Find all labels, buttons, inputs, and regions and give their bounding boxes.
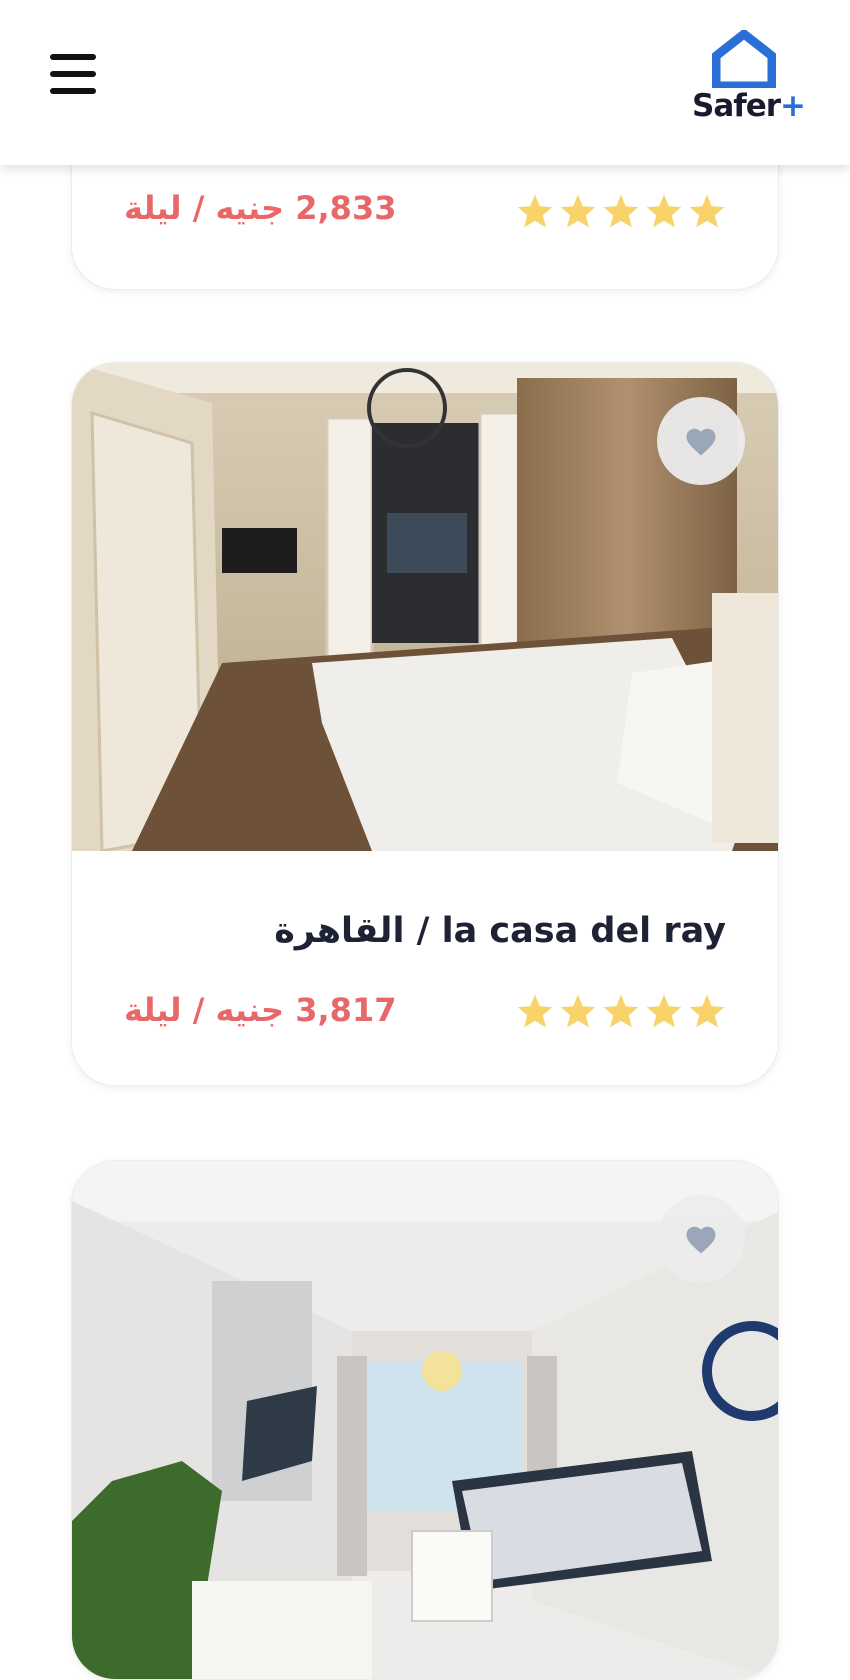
star-icon	[517, 194, 553, 228]
star-icon	[646, 194, 682, 228]
logo-plus: +	[780, 88, 806, 124]
star-icon	[689, 994, 725, 1028]
listing-card[interactable]: la casa del ray / القاهرة 3,817 جنيه / ل…	[71, 362, 779, 1086]
rating-stars	[516, 193, 726, 229]
heart-icon	[686, 1226, 716, 1254]
brand-logo[interactable]: Safer+	[690, 30, 806, 130]
house-icon	[712, 30, 776, 88]
listing-title[interactable]: la casa del ray / القاهرة	[274, 911, 726, 951]
listing-photo[interactable]	[72, 1161, 778, 1679]
favorite-button[interactable]	[657, 1195, 745, 1283]
listing-price: 3,817 جنيه / ليلة	[124, 991, 397, 1029]
heart-icon	[686, 428, 716, 456]
listing-photo[interactable]	[72, 363, 778, 851]
hamburger-menu-icon[interactable]	[50, 54, 98, 98]
listing-card[interactable]	[71, 1160, 779, 1680]
favorite-button[interactable]	[657, 397, 745, 485]
rating-stars	[516, 993, 726, 1029]
star-icon	[689, 194, 725, 228]
star-icon	[517, 994, 553, 1028]
star-icon	[560, 994, 596, 1028]
star-icon	[603, 194, 639, 228]
listing-price: 2,833 جنيه / ليلة	[124, 189, 397, 227]
star-icon	[603, 994, 639, 1028]
star-icon	[646, 994, 682, 1028]
logo-text: Safer	[692, 88, 781, 124]
top-header: Safer+	[0, 0, 850, 165]
star-icon	[560, 194, 596, 228]
